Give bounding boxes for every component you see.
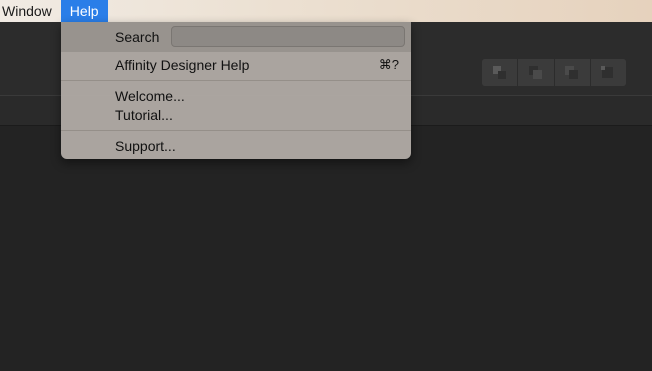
help-menu-dropdown: Search Affinity Designer Help ⌘? Welcome… <box>61 22 411 159</box>
help-search-row: Search <box>61 22 411 52</box>
arrange-backward-icon <box>528 65 542 79</box>
shortcut-help: ⌘? <box>378 57 399 72</box>
arrange-front-button[interactable] <box>590 59 626 86</box>
menu-item-tutorial[interactable]: Tutorial... <box>115 106 173 124</box>
help-search-label: Search <box>115 29 160 45</box>
menu-window[interactable]: Window <box>0 0 61 22</box>
menu-separator <box>61 80 411 81</box>
menu-item-support[interactable]: Support... <box>115 137 176 155</box>
arrange-back-button[interactable] <box>482 59 519 86</box>
help-search-input[interactable] <box>171 26 405 47</box>
arrange-forward-icon <box>565 65 579 79</box>
arrange-button-group <box>482 59 626 86</box>
arrange-forward-button[interactable] <box>554 59 591 86</box>
menu-separator <box>61 130 411 131</box>
document-canvas[interactable] <box>0 126 652 371</box>
arrange-back-icon <box>492 65 506 79</box>
menu-item-welcome[interactable]: Welcome... <box>115 87 185 105</box>
menu-item-affinity-designer-help[interactable]: Affinity Designer Help <box>115 56 249 74</box>
arrange-backward-button[interactable] <box>518 59 555 86</box>
menu-bar: Window Help <box>0 0 652 22</box>
menu-help[interactable]: Help <box>60 0 108 22</box>
arrange-front-icon <box>601 65 614 78</box>
